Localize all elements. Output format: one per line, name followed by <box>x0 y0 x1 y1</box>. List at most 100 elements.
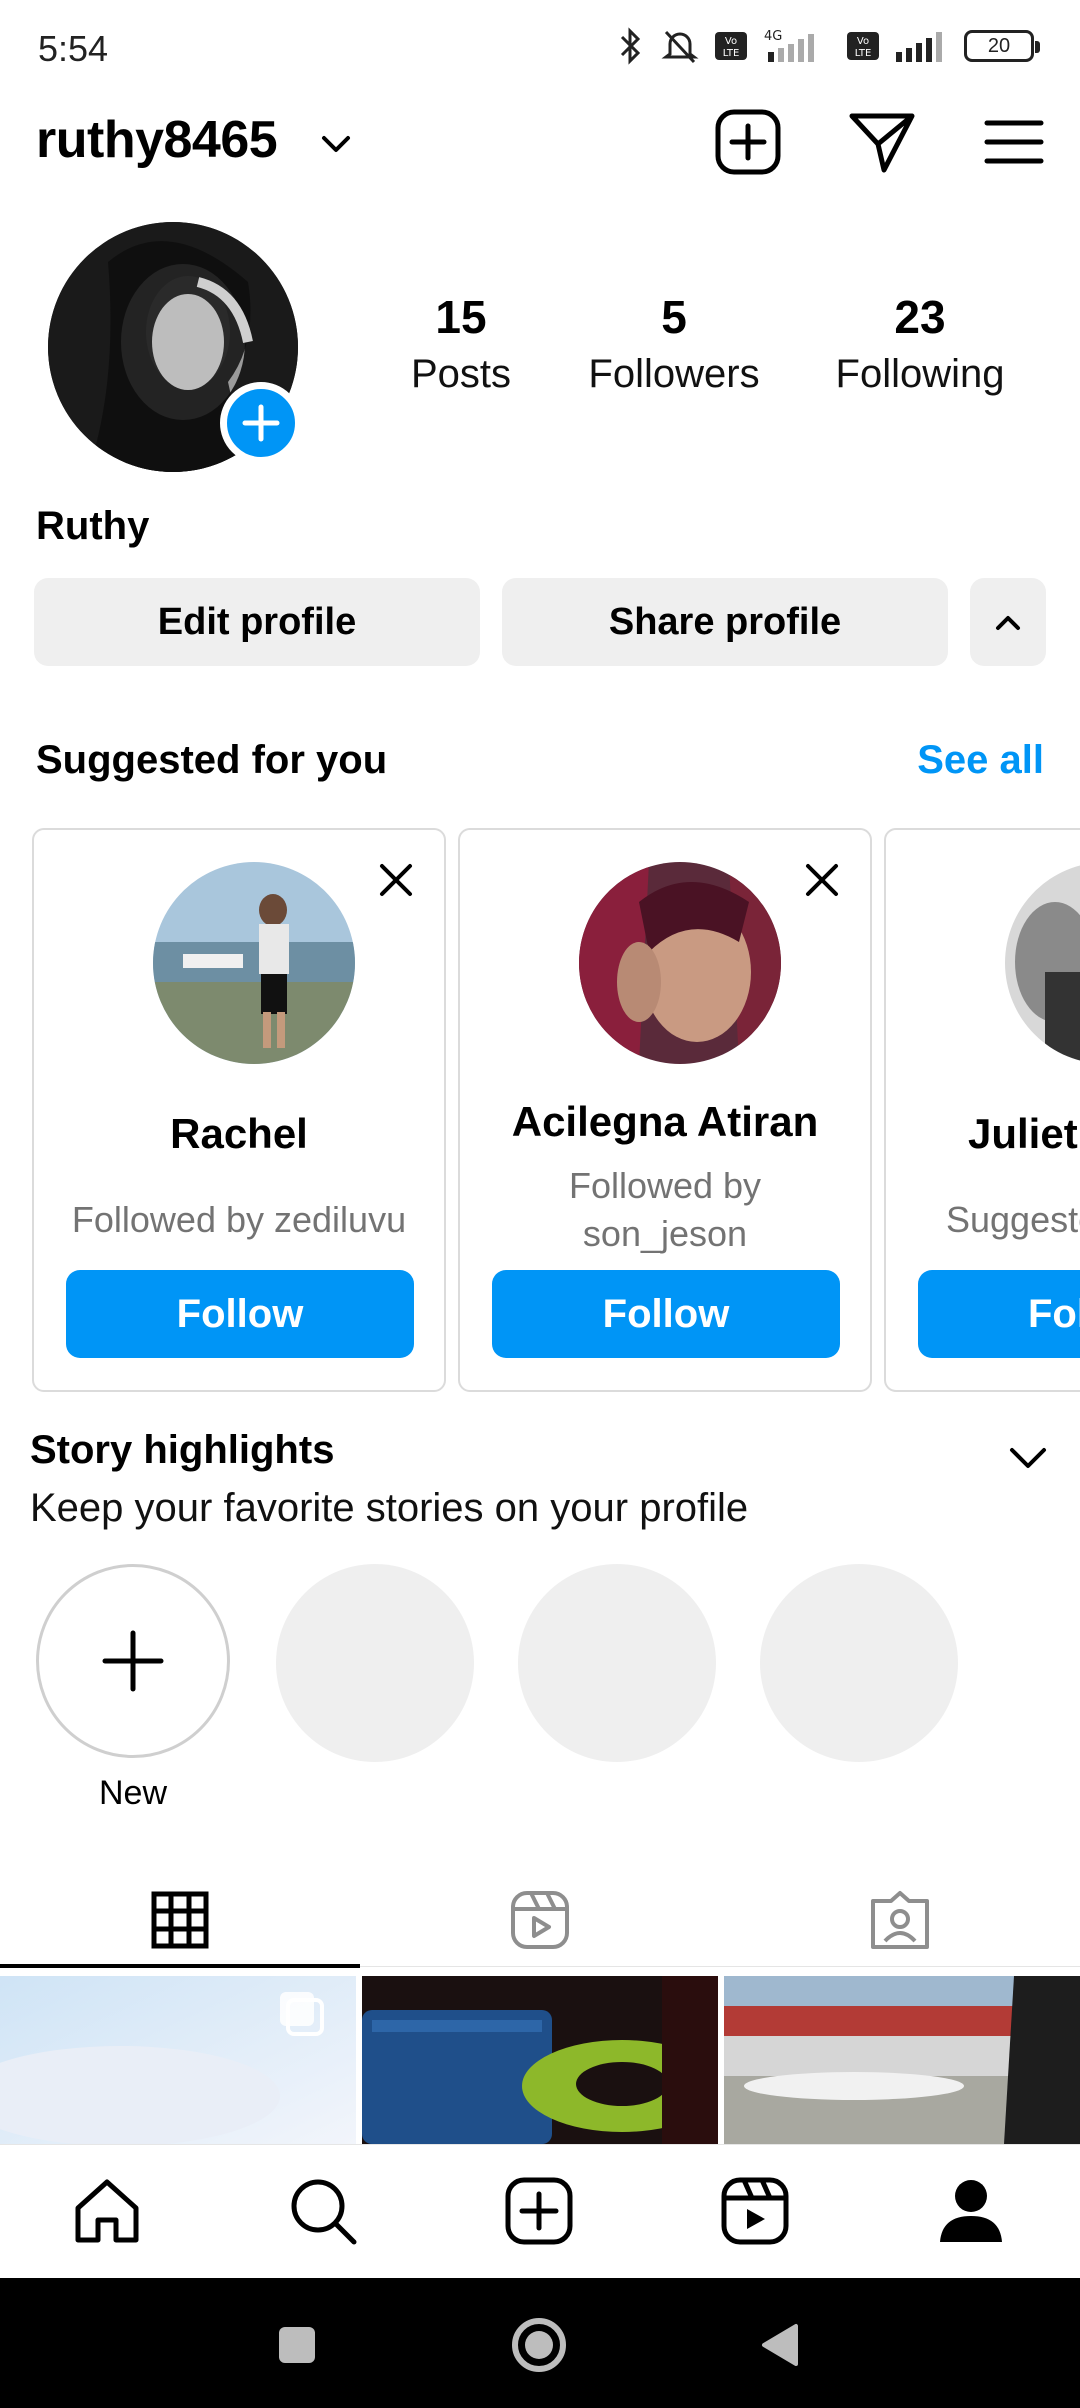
posts-count: 15 <box>435 291 487 343</box>
following-stat[interactable]: 23 Following <box>820 290 1020 397</box>
post-image <box>362 1976 718 2144</box>
battery-icon: 20 <box>964 30 1040 62</box>
full-name: Ruthy <box>36 504 150 548</box>
square-icon <box>279 2327 315 2363</box>
suggestion-name[interactable]: Rachel <box>34 1110 444 1158</box>
create-icon <box>505 2177 573 2245</box>
volte-icon-2: VoLTE <box>847 32 879 60</box>
suggestion-subtitle: Followed by son_jeson <box>568 1165 762 1254</box>
svg-text:4G: 4G <box>764 29 782 44</box>
suggestion-card[interactable]: Juliet Suggeste Fol <box>884 828 1080 1392</box>
suggestion-avatar[interactable] <box>579 862 781 1064</box>
volte-icon: VoLTE <box>715 32 747 60</box>
direct-message-button[interactable] <box>844 104 920 180</box>
suggestion-photo <box>579 862 781 1064</box>
suggestion-name[interactable]: Juliet <box>968 1110 1078 1158</box>
follow-button[interactable]: Fol <box>918 1270 1080 1358</box>
post-image <box>0 1976 356 2144</box>
suggestion-photo <box>1005 862 1080 1064</box>
dismiss-icon[interactable] <box>802 860 842 900</box>
svg-text:Vo: Vo <box>857 36 869 47</box>
followers-count: 5 <box>661 291 687 343</box>
tab-posts[interactable] <box>0 1870 360 1970</box>
highlight-placeholder <box>760 1564 958 1762</box>
profile-icon <box>940 2180 1002 2242</box>
post-thumbnail[interactable] <box>0 1976 356 2144</box>
grid-icon <box>151 1891 209 1949</box>
svg-text:LTE: LTE <box>723 48 740 59</box>
svg-text:LTE: LTE <box>855 48 872 59</box>
suggestion-card[interactable]: Rachel Followed by zediluvu Follow <box>32 828 446 1392</box>
suggestion-photo <box>153 862 355 1064</box>
posts-label: Posts <box>410 352 512 396</box>
new-post-icon <box>715 109 781 175</box>
share-profile-button[interactable]: Share profile <box>502 578 948 666</box>
post-thumbnail[interactable] <box>724 1976 1080 2144</box>
battery-level: 20 <box>987 34 1011 57</box>
post-thumbnail[interactable] <box>362 1976 718 2144</box>
follow-button[interactable]: Follow <box>492 1270 840 1358</box>
nav-create[interactable] <box>494 2166 584 2256</box>
following-label: Following <box>835 352 1005 396</box>
nav-home[interactable] <box>62 2166 152 2256</box>
suggestion-subtitle: Followed by zediluvu <box>71 1199 407 1240</box>
search-icon <box>291 2179 357 2245</box>
add-story-button[interactable] <box>220 382 302 464</box>
recents-button[interactable] <box>252 2300 342 2390</box>
plus-icon <box>242 404 280 442</box>
home-system-button[interactable] <box>494 2300 584 2390</box>
profile-avatar-container[interactable] <box>48 222 302 472</box>
see-all-link[interactable]: See all <box>917 738 1044 783</box>
nav-profile[interactable] <box>926 2166 1016 2256</box>
status-icons: Vo LTE 4G Vo LTE 20 <box>616 26 1040 66</box>
back-button[interactable] <box>736 2300 826 2390</box>
following-count: 23 <box>894 291 946 343</box>
menu-button[interactable] <box>976 104 1052 180</box>
chevron-up-icon <box>996 616 1020 630</box>
signal-4g-icon: 4G <box>764 29 814 62</box>
status-time: 5:54 <box>38 28 109 69</box>
highlights-title: Story highlights <box>30 1428 335 1472</box>
new-highlight-button[interactable] <box>36 1564 230 1758</box>
edit-profile-button[interactable]: Edit profile <box>34 578 480 666</box>
new-post-button[interactable] <box>710 104 786 180</box>
chevron-down-icon[interactable] <box>316 124 356 164</box>
svg-text:Vo: Vo <box>725 36 737 47</box>
plus-icon <box>102 1630 164 1692</box>
menu-icon <box>984 120 1044 164</box>
follow-button[interactable]: Follow <box>66 1270 414 1358</box>
post-image <box>724 1976 1080 2144</box>
suggestion-avatar[interactable] <box>153 862 355 1064</box>
signal-icon <box>896 32 942 62</box>
posts-stat[interactable]: 15 Posts <box>398 290 524 397</box>
bell-muted-icon <box>661 30 699 64</box>
suggestion-name[interactable]: Acilegna Atiran <box>460 1098 870 1146</box>
suggested-title: Suggested for you <box>36 738 388 782</box>
chevron-down-icon[interactable] <box>1006 1436 1050 1480</box>
suggestion-avatar[interactable] <box>1005 862 1080 1064</box>
highlights-subtitle: Keep your favorite stories on your profi… <box>30 1486 749 1530</box>
active-tab-indicator <box>0 1964 360 1968</box>
reels-icon <box>511 1891 569 1949</box>
followers-label: Followers <box>588 352 760 396</box>
tab-reels[interactable] <box>360 1870 720 1970</box>
toggle-suggestions-button[interactable] <box>970 578 1046 666</box>
circle-icon <box>512 2318 566 2372</box>
reels-icon <box>721 2177 789 2245</box>
suggestion-card[interactable]: Acilegna Atiran Followed by son_jeson Fo… <box>458 828 872 1392</box>
nav-search[interactable] <box>278 2166 368 2256</box>
highlight-placeholder <box>518 1564 716 1762</box>
tab-tagged[interactable] <box>720 1870 1080 1970</box>
suggestion-subtitle: Suggeste <box>946 1199 1080 1240</box>
followers-stat[interactable]: 5 Followers <box>574 290 774 397</box>
back-triangle-icon <box>762 2324 798 2366</box>
highlight-placeholder <box>276 1564 474 1762</box>
nav-reels[interactable] <box>710 2166 800 2256</box>
direct-message-icon <box>849 113 915 173</box>
username-switcher[interactable]: ruthy8465 <box>36 110 278 170</box>
tagged-icon <box>871 1891 929 1949</box>
bluetooth-icon <box>620 27 641 65</box>
new-highlight-label: New <box>98 1774 168 1812</box>
home-icon <box>75 2179 139 2243</box>
dismiss-icon[interactable] <box>376 860 416 900</box>
